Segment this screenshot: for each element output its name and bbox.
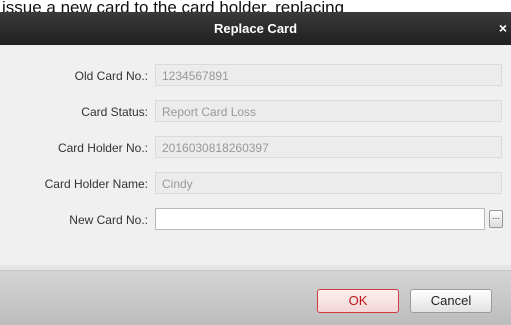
dialog-footer: OK Cancel: [0, 270, 511, 325]
old-card-row: Old Card No.: 1234567891: [0, 64, 511, 88]
card-holder-no-row: Card Holder No.: 2016030818260397: [0, 136, 511, 160]
replace-card-dialog: Replace Card × Old Card No.: 1234567891 …: [0, 12, 511, 325]
browse-button[interactable]: ...: [489, 210, 503, 228]
old-card-field: 1234567891: [155, 64, 502, 86]
card-status-label: Card Status:: [81, 105, 148, 119]
cancel-button[interactable]: Cancel: [410, 289, 492, 313]
dialog-titlebar: Replace Card ×: [0, 12, 511, 45]
card-holder-name-label: Card Holder Name:: [44, 177, 148, 191]
card-holder-no-label: Card Holder No.:: [57, 141, 148, 155]
close-icon[interactable]: ×: [495, 12, 511, 45]
new-card-row: New Card No.: ...: [0, 208, 511, 232]
ok-button[interactable]: OK: [317, 289, 399, 313]
new-card-label: New Card No.:: [69, 213, 148, 227]
card-form: Old Card No.: 1234567891 Card Status: Re…: [0, 45, 511, 265]
old-card-label: Old Card No.:: [74, 69, 148, 83]
dialog-title: Replace Card: [213, 21, 298, 36]
card-holder-name-field: Cindy: [155, 172, 502, 194]
card-status-field: Report Card Loss: [155, 100, 502, 122]
card-holder-no-field: 2016030818260397: [155, 136, 502, 158]
card-holder-name-row: Card Holder Name: Cindy: [0, 172, 511, 196]
card-status-row: Card Status: Report Card Loss: [0, 100, 511, 124]
new-card-input[interactable]: [155, 208, 485, 230]
